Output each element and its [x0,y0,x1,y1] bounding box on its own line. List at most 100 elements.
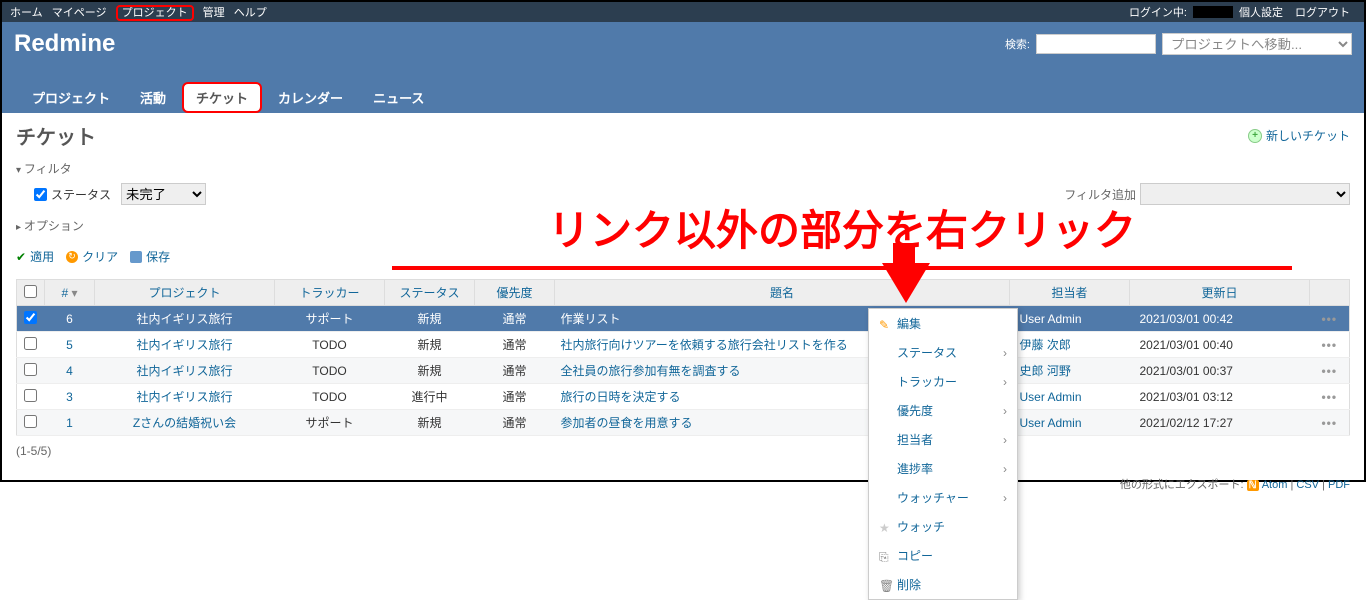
subject-link[interactable]: 旅行の日時を決定する [561,390,681,404]
cell-priority: 通常 [475,358,555,384]
nav-admin[interactable]: 管理 [203,7,225,19]
issue-id-link[interactable]: 6 [66,312,73,326]
col-updated[interactable]: 更新日 [1201,286,1237,300]
row-checkbox[interactable] [24,389,37,402]
filter-status[interactable]: ステータス [34,186,111,203]
filter-status-operator[interactable]: 未完了 [121,183,206,205]
nav-mypage[interactable]: マイページ [52,7,107,19]
project-link[interactable]: 社内イギリス旅行 [136,338,232,352]
project-link[interactable]: 社内イギリス旅行 [136,364,232,378]
context-menu-item[interactable]: 優先度› [869,396,1017,425]
export-links: 他の形式にエクスポート: ℕ Atom | CSV | PDF [1120,476,1350,492]
search-label: 検索: [1005,36,1030,52]
cell-status: 新規 [385,410,475,436]
chevron-right-icon: › [1003,404,1007,418]
nav-home[interactable]: ホーム [10,7,43,19]
content: チケット + 新しいチケット フィルタ ステータス 未完了 フィルタ追加 オプシ… [2,113,1364,480]
table-row[interactable]: 1 Zさんの結婚祝い会 サポート 新規 通常 参加者の昼食を用意する User … [17,410,1350,436]
new-issue-link[interactable]: + 新しいチケット [1248,127,1350,144]
nav-help[interactable]: ヘルプ [234,7,267,19]
table-row[interactable]: 3 社内イギリス旅行 TODO 進行中 通常 旅行の日時を決定する User A… [17,384,1350,410]
subject-link[interactable]: 全社員の旅行参加有無を調査する [561,364,741,378]
issue-id-link[interactable]: 5 [66,338,73,352]
assignee-link[interactable]: User Admin [1020,416,1082,430]
row-checkbox[interactable] [24,363,37,376]
filter-status-checkbox[interactable] [34,188,47,201]
subject-link[interactable]: 参加者の昼食を用意する [561,416,693,430]
table-row[interactable]: 6 社内イギリス旅行 サポート 新規 通常 作業リスト User Admin 2… [17,306,1350,332]
context-menu-item[interactable]: ★ウォッチ [869,512,1017,541]
rss-icon: ℕ [1247,480,1259,491]
tab-issues[interactable]: チケット [182,82,262,113]
row-checkbox[interactable] [24,415,37,428]
apply-button[interactable]: ✔適用 [16,248,54,265]
export-pdf[interactable]: PDF [1328,479,1350,491]
annotation-arrow-stem [893,243,915,265]
row-actions-icon[interactable]: ••• [1321,338,1337,352]
col-priority[interactable]: 優先度 [496,286,532,300]
assignee-link[interactable]: User Admin [1020,312,1082,326]
sort-desc-icon: ▾ [72,286,78,300]
clear-button[interactable]: ↻クリア [66,248,118,265]
issue-id-link[interactable]: 1 [66,416,73,430]
chevron-right-icon: › [1003,433,1007,447]
row-actions-icon[interactable]: ••• [1321,312,1337,326]
row-actions-icon[interactable]: ••• [1321,390,1337,404]
filters-legend[interactable]: フィルタ [16,158,1350,179]
issue-id-link[interactable]: 3 [66,390,73,404]
tab-calendar[interactable]: カレンダー [264,82,357,113]
context-menu-item[interactable]: 🗑削除 [869,570,1017,599]
assignee-link[interactable]: 史郎 河野 [1020,364,1071,378]
issue-id-link[interactable]: 4 [66,364,73,378]
table-row[interactable]: 4 社内イギリス旅行 TODO 新規 通常 全社員の旅行参加有無を調査する 史郎… [17,358,1350,384]
check-icon: ✔ [16,250,26,264]
context-menu-item[interactable]: 担当者› [869,425,1017,454]
export-atom[interactable]: Atom [1262,479,1288,491]
search-input[interactable] [1036,34,1156,54]
row-checkbox[interactable] [24,337,37,350]
project-link[interactable]: Zさんの結婚祝い会 [133,416,236,430]
top-menu: ホーム マイページ プロジェクト 管理 ヘルプ ログイン中: 個人設定 ログアウ… [2,2,1364,22]
row-actions-icon[interactable]: ••• [1321,416,1337,430]
chevron-right-icon: › [1003,491,1007,505]
cell-status: 進行中 [385,384,475,410]
nav-my-account[interactable]: 個人設定 [1239,4,1283,20]
project-jump-select[interactable]: プロジェクトへ移動... [1162,33,1352,55]
cell-status: 新規 [385,332,475,358]
tab-news[interactable]: ニュース [359,82,438,113]
project-link[interactable]: 社内イギリス旅行 [136,390,232,404]
context-menu-item[interactable]: ⎘コピー [869,541,1017,570]
col-status[interactable]: ステータス [399,286,459,300]
context-menu-item[interactable]: ウォッチャー› [869,483,1017,512]
col-id[interactable]: # [61,286,68,300]
context-menu-item[interactable]: ステータス› [869,338,1017,367]
project-link[interactable]: 社内イギリス旅行 [136,312,232,326]
assignee-link[interactable]: 伊藤 次郎 [1020,338,1071,352]
nav-logout[interactable]: ログアウト [1295,4,1350,20]
issues-table: # ▾ プロジェクト トラッカー ステータス 優先度 題名 担当者 更新日 6 … [16,279,1350,436]
export-csv[interactable]: CSV [1296,479,1319,491]
col-subject[interactable]: 題名 [770,286,794,300]
tab-projects[interactable]: プロジェクト [18,82,124,113]
select-all-checkbox[interactable] [24,285,37,298]
subject-link[interactable]: 作業リスト [561,312,621,326]
save-button[interactable]: 保存 [130,248,170,265]
pencil-icon: ✎ [879,318,891,330]
context-menu-item[interactable]: 進捗率› [869,454,1017,483]
row-checkbox[interactable] [24,311,37,324]
context-menu-item[interactable]: トラッカー› [869,367,1017,396]
subject-link[interactable]: 社内旅行向けツアーを依頼する旅行会社リストを作る [561,338,848,352]
assignee-link[interactable]: User Admin [1020,390,1082,404]
col-project[interactable]: プロジェクト [148,286,220,300]
cell-tracker: サポート [275,306,385,332]
cell-tracker: TODO [275,384,385,410]
pagination: (1-5/5) [16,436,1350,466]
context-menu-item[interactable]: ✎編集 [869,309,1017,338]
row-actions-icon[interactable]: ••• [1321,364,1337,378]
tab-activity[interactable]: 活動 [126,82,180,113]
cell-tracker: TODO [275,358,385,384]
table-row[interactable]: 5 社内イギリス旅行 TODO 新規 通常 社内旅行向けツアーを依頼する旅行会社… [17,332,1350,358]
col-tracker[interactable]: トラッカー [299,286,359,300]
col-assignee[interactable]: 担当者 [1051,286,1087,300]
nav-projects[interactable]: プロジェクト [116,5,194,21]
